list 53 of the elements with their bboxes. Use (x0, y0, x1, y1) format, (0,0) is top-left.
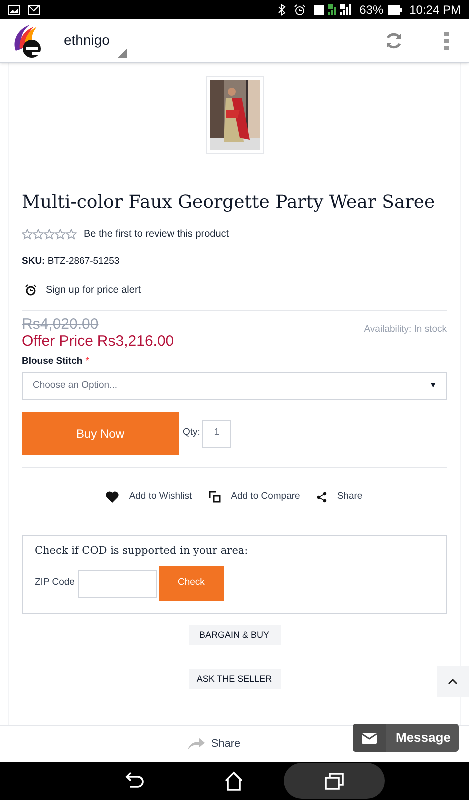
availability-text: Availability: In stock (364, 322, 447, 337)
thumbnail-frame[interactable] (206, 76, 264, 154)
alarm-clock-icon (25, 284, 37, 296)
zip-label: ZIP Code (35, 576, 75, 590)
star-icon (66, 228, 77, 240)
old-price: Rs4,020.00 (22, 316, 100, 332)
offer-label: Offer Price (22, 334, 94, 349)
action-button[interactable]: BARGAIN & BUY (188, 625, 280, 646)
star-icon (55, 228, 66, 240)
cod-title: Check if COD is supported in your area: (35, 544, 250, 560)
refresh-icon[interactable] (384, 30, 404, 50)
message-button[interactable]: Message (353, 724, 459, 752)
app-logo-icon (12, 22, 44, 58)
product-title: Multi-color Faux Georgette Party Wear Saree (22, 192, 436, 214)
battery-icon (388, 4, 402, 14)
star-icon (22, 228, 33, 240)
alarm-icon (294, 4, 306, 16)
offer-price: Rs3,216.00 (97, 334, 174, 349)
clock: 10:24 PM (410, 2, 461, 18)
image-notification-icon (8, 4, 20, 14)
chevron-up-icon (448, 678, 458, 684)
recents-button[interactable] (284, 763, 385, 799)
required-mark: * (86, 354, 90, 369)
action-link[interactable]: Add to Compare (231, 490, 300, 504)
option-select[interactable]: Choose an Option... ▾ (22, 372, 447, 400)
qty-field[interactable]: 1 (202, 420, 232, 448)
mail-icon (28, 4, 40, 14)
option-label: Blouse Stitch (22, 354, 83, 369)
back-icon[interactable] (125, 772, 145, 790)
more-options-icon[interactable] (444, 32, 449, 50)
price-alert-link[interactable]: Sign up for price alert (46, 282, 142, 298)
share-icon (317, 492, 328, 503)
qty-label: Qty: (183, 426, 200, 440)
recents-icon (324, 772, 344, 790)
heart-icon (106, 491, 120, 504)
app-title[interactable]: ethnigo (64, 30, 110, 51)
action-button[interactable]: ASK THE SELLER (188, 669, 280, 690)
action-link[interactable]: Share (337, 490, 363, 504)
sku-text: SKU: BTZ-2867-51253 (22, 254, 121, 268)
dropdown-corner-icon[interactable] (118, 49, 127, 58)
star-icon (33, 228, 44, 240)
battery-level: 63% (360, 2, 384, 18)
envelope-icon (362, 732, 377, 744)
share-button[interactable]: Share (188, 736, 241, 752)
compare-icon (209, 491, 222, 504)
bluetooth-icon (278, 4, 286, 16)
home-icon[interactable] (224, 771, 244, 791)
share-arrow-icon (188, 738, 206, 750)
scroll-top-button[interactable] (437, 666, 469, 697)
star-icon (44, 228, 55, 240)
zip-field[interactable] (78, 570, 157, 598)
action-link[interactable]: Add to Wishlist (129, 490, 192, 504)
review-link[interactable]: Be the first to review this product (84, 226, 230, 242)
